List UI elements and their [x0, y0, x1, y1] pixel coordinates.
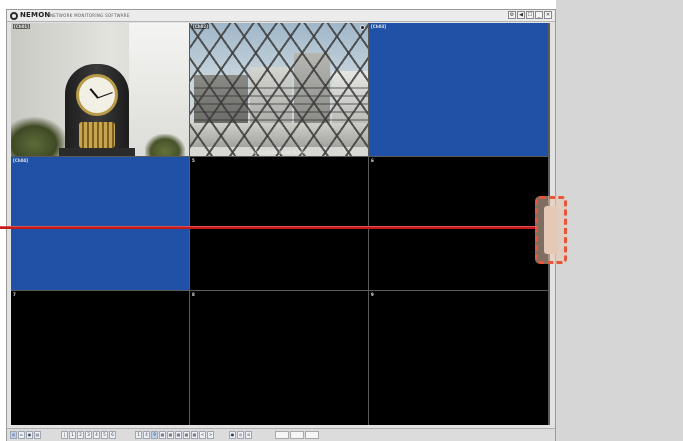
clock-base	[59, 148, 135, 156]
settings-icon[interactable]: ⚙	[508, 11, 516, 19]
camera-label-4: [Ch04]	[13, 158, 29, 163]
app-brand: NEMON	[20, 11, 51, 19]
camera-cell-4[interactable]: [Ch04]	[11, 157, 189, 290]
page-button[interactable]: 4	[93, 431, 100, 439]
layout-grid-icon[interactable]: ▦	[159, 431, 166, 439]
camera-cell-1[interactable]: [Ch01]	[11, 23, 189, 156]
previous-page-icon[interactable]: <	[199, 431, 206, 439]
camera-cell-7[interactable]: 7	[11, 291, 189, 425]
camera-cell-5[interactable]: 5	[190, 157, 368, 290]
home-icon[interactable]: ⌂	[18, 431, 25, 439]
resize-handle[interactable]	[535, 196, 567, 264]
toolbar-button[interactable]	[305, 431, 319, 439]
page-button[interactable]: 2	[77, 431, 84, 439]
toolbar-layout-group: 1 4 9 ▦ ▦ ▦ ▦ ▦ < >	[135, 431, 214, 439]
camera-2-timestamp: 2012/01/20 03:40:28 PM	[254, 150, 304, 155]
layout-grid-icon[interactable]: ▦	[183, 431, 190, 439]
minimize-icon[interactable]: _	[535, 11, 543, 19]
page-button[interactable]: 1	[69, 431, 76, 439]
camera-label-9: 9	[371, 292, 374, 297]
camera-cell-6[interactable]: 6	[369, 157, 548, 290]
nemon-logo-icon	[10, 12, 18, 20]
toolbar-left-group: ◎ ⌂ ▣ ▤	[10, 431, 41, 439]
disabled-icon[interactable]: ⊘	[245, 431, 252, 439]
window-controls: ⚙ ◀ ☐ _ ✕	[508, 11, 552, 19]
layout-grid-icon[interactable]: ▦	[175, 431, 182, 439]
right-background	[556, 0, 683, 441]
camera-cell-8[interactable]: 8	[190, 291, 368, 425]
title-bar: NEMON NETWORK MONITORING SOFTWARE ⚙ ◀ ☐ …	[7, 10, 555, 22]
layout-grid-icon[interactable]: ▦	[191, 431, 198, 439]
close-icon[interactable]: ✕	[544, 11, 552, 19]
camera-label-6: 6	[371, 158, 374, 163]
record-icon[interactable]: ●	[229, 431, 236, 439]
page-button[interactable]: 3	[85, 431, 92, 439]
toolbar-page-group: | 1 2 3 4 5 6	[61, 431, 116, 439]
camera-label-2: [Ch02]	[192, 24, 210, 29]
next-page-icon[interactable]: >	[207, 431, 214, 439]
camera-label-3: [Ch03]	[371, 24, 387, 29]
snapshot-icon[interactable]: ▣	[26, 431, 33, 439]
restore-icon[interactable]: ☐	[526, 11, 534, 19]
layout-grid-icon[interactable]: ▦	[167, 431, 174, 439]
page-button[interactable]: 5	[101, 431, 108, 439]
camera-cell-9[interactable]: 9	[369, 291, 548, 425]
layout-9-button[interactable]: 9	[151, 431, 158, 439]
camera-label-1: [Ch01]	[13, 24, 31, 29]
camera-label-8: 8	[192, 292, 195, 297]
toolbar-tool-group: ● ◎ ⊘	[229, 431, 252, 439]
camera-cell-2[interactable]: [Ch02] 2012/01/20 03:40:28 PM	[190, 23, 368, 156]
resize-handle-grip[interactable]	[544, 206, 558, 254]
camera-label-5: 5	[192, 158, 195, 163]
layout-1-button[interactable]: 1	[135, 431, 142, 439]
back-icon[interactable]: ◀	[517, 11, 525, 19]
record-list-icon[interactable]: ▤	[34, 431, 41, 439]
toolbar-button[interactable]	[290, 431, 304, 439]
layout-4-button[interactable]: 4	[143, 431, 150, 439]
camera-2-status-icon	[360, 25, 365, 30]
camera-1-plant-right	[145, 134, 185, 156]
search-icon[interactable]: ◎	[237, 431, 244, 439]
page-button[interactable]: |	[61, 431, 68, 439]
clock-pendulum	[79, 122, 115, 148]
camera-grid: [Ch01] [Ch02] 2012/01/20 03:40:28 PM [Ch…	[11, 23, 550, 425]
bottom-toolbar: ◎ ⌂ ▣ ▤ | 1 2 3 4 5 6 1 4 9 ▦ ▦ ▦ ▦ ▦ < …	[7, 428, 555, 441]
live-view-icon[interactable]: ◎	[10, 431, 17, 439]
toolbar-right-group	[275, 431, 319, 439]
toolbar-button[interactable]	[275, 431, 289, 439]
camera-label-7: 7	[13, 292, 16, 297]
clock-image	[59, 56, 135, 156]
overlay-red-line	[0, 226, 537, 229]
app-subtitle: NETWORK MONITORING SOFTWARE	[50, 13, 130, 18]
app-window: NEMON NETWORK MONITORING SOFTWARE ⚙ ◀ ☐ …	[6, 9, 556, 441]
page-button[interactable]: 6	[109, 431, 116, 439]
camera-2-fence	[190, 23, 368, 156]
camera-cell-3[interactable]: [Ch03]	[369, 23, 548, 156]
